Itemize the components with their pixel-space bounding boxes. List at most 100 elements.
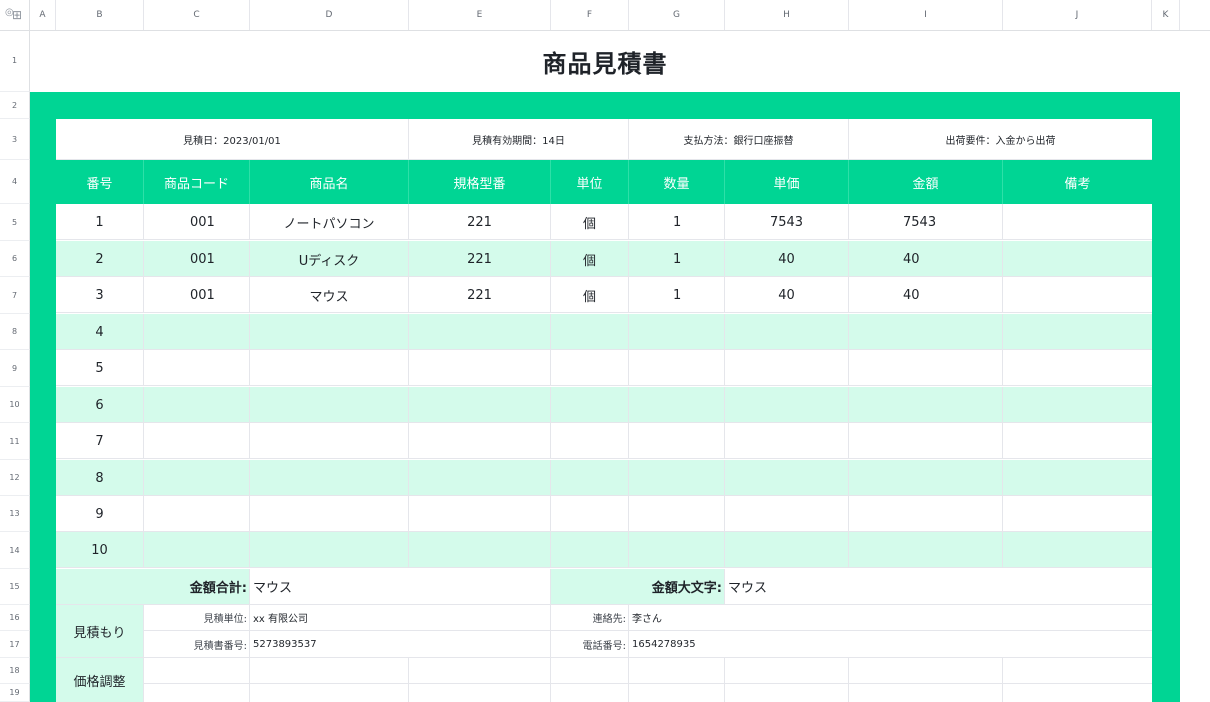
contact-value[interactable]: 李さん — [629, 605, 1152, 631]
cell-remarks[interactable] — [1003, 460, 1152, 496]
cell-quantity[interactable] — [629, 350, 725, 386]
cell-unit-price[interactable] — [725, 423, 849, 459]
cell[interactable] — [250, 684, 409, 702]
column-header-e[interactable]: E — [409, 0, 551, 30]
header-model[interactable]: 規格型番 — [409, 160, 551, 204]
cell-product-name[interactable] — [250, 496, 409, 532]
total-label[interactable]: 金額合計: — [56, 569, 250, 605]
cell-quantity[interactable]: 1 — [629, 277, 725, 313]
cell-product-code[interactable] — [144, 496, 250, 532]
cell-remarks[interactable] — [1003, 387, 1152, 423]
cell-quantity[interactable] — [629, 532, 725, 568]
cell-product-code[interactable]: 001 — [144, 204, 250, 240]
cell-remarks[interactable] — [1003, 423, 1152, 459]
estimate-section-label[interactable]: 見積もり — [56, 605, 144, 658]
row-header[interactable]: 11 — [0, 423, 30, 460]
price-adjust-label[interactable]: 価格調整 — [56, 658, 144, 702]
cell-quantity[interactable] — [629, 423, 725, 459]
column-header-g[interactable]: G — [629, 0, 725, 30]
cell-number[interactable]: 8 — [56, 460, 144, 496]
row-header[interactable]: 14 — [0, 532, 30, 569]
cell-unit[interactable]: 個 — [551, 204, 629, 240]
row-header[interactable]: 16 — [0, 605, 30, 631]
cell[interactable] — [1003, 658, 1152, 684]
cell[interactable] — [725, 684, 849, 702]
cell[interactable] — [849, 658, 1003, 684]
row-header[interactable]: 2 — [0, 92, 30, 119]
row-header[interactable]: 8 — [0, 314, 30, 350]
header-product-name[interactable]: 商品名 — [250, 160, 409, 204]
cell-remarks[interactable] — [1003, 314, 1152, 350]
cell-model[interactable]: 221 — [409, 277, 551, 313]
cell-model[interactable] — [409, 496, 551, 532]
cell-unit-price[interactable] — [725, 350, 849, 386]
column-header-k[interactable]: K — [1152, 0, 1180, 30]
payment-method[interactable]: 支払方法：銀行口座振替 — [629, 119, 849, 159]
column-header-a[interactable]: A — [30, 0, 56, 30]
cell-model[interactable]: 221 — [409, 241, 551, 277]
cell-product-name[interactable] — [250, 387, 409, 423]
cell-number[interactable]: 4 — [56, 314, 144, 350]
cell-unit[interactable] — [551, 387, 629, 423]
cell[interactable] — [629, 684, 725, 702]
cell-amount[interactable] — [849, 350, 1003, 386]
cell-product-code[interactable] — [144, 387, 250, 423]
cell-unit[interactable]: 個 — [551, 277, 629, 313]
cell-unit-price[interactable]: 40 — [725, 277, 849, 313]
cell-product-code[interactable]: 001 — [144, 241, 250, 277]
total-value[interactable]: マウス — [250, 569, 551, 605]
cell[interactable] — [144, 658, 250, 684]
cell-unit[interactable] — [551, 350, 629, 386]
cell-number[interactable]: 5 — [56, 350, 144, 386]
cell-product-name[interactable] — [250, 350, 409, 386]
quote-number-value[interactable]: 5273893537 — [250, 631, 551, 658]
row-header[interactable]: 1 — [0, 30, 30, 92]
cell-product-name[interactable] — [250, 532, 409, 568]
cell-unit[interactable] — [551, 460, 629, 496]
cell[interactable] — [250, 658, 409, 684]
cell-unit-price[interactable] — [725, 496, 849, 532]
cell-product-code[interactable]: 001 — [144, 277, 250, 313]
sheet-title[interactable]: 商品見積書 — [30, 30, 1180, 92]
select-all-corner[interactable]: ◎ ⊞ — [0, 0, 30, 30]
cell-unit-price[interactable] — [725, 387, 849, 423]
cell-remarks[interactable] — [1003, 532, 1152, 568]
cell-product-code[interactable] — [144, 532, 250, 568]
cell-quantity[interactable] — [629, 460, 725, 496]
cell-number[interactable]: 7 — [56, 423, 144, 459]
row-header[interactable]: 18 — [0, 658, 30, 684]
row-header[interactable]: 6 — [0, 241, 30, 277]
cell-amount[interactable] — [849, 460, 1003, 496]
column-header-f[interactable]: F — [551, 0, 629, 30]
header-quantity[interactable]: 数量 — [629, 160, 725, 204]
cell-unit-price[interactable] — [725, 314, 849, 350]
column-header-d[interactable]: D — [250, 0, 409, 30]
row-header[interactable]: 4 — [0, 160, 30, 204]
column-header-h[interactable]: H — [725, 0, 849, 30]
row-header[interactable]: 5 — [0, 204, 30, 241]
quote-number-label[interactable]: 見積書番号: — [144, 631, 250, 658]
cell[interactable] — [1003, 684, 1152, 702]
cell[interactable] — [144, 684, 250, 702]
cell-model[interactable] — [409, 387, 551, 423]
cell-product-name[interactable] — [250, 314, 409, 350]
validity-period[interactable]: 見積有効期間：14日 — [409, 119, 629, 159]
cell-product-code[interactable] — [144, 423, 250, 459]
cell-product-name[interactable]: ノートパソコン — [250, 204, 409, 240]
column-header-c[interactable]: C — [144, 0, 250, 30]
cell-quantity[interactable] — [629, 387, 725, 423]
cell-product-name[interactable] — [250, 423, 409, 459]
cell-amount[interactable] — [849, 496, 1003, 532]
cell-product-code[interactable] — [144, 460, 250, 496]
cell-product-name[interactable] — [250, 460, 409, 496]
cell-number[interactable]: 3 — [56, 277, 144, 313]
row-header[interactable]: 15 — [0, 569, 30, 605]
cell-unit-price[interactable] — [725, 460, 849, 496]
freeze-icon[interactable]: ⊞ — [12, 8, 22, 22]
cell-product-name[interactable]: マウス — [250, 277, 409, 313]
cell[interactable] — [409, 684, 551, 702]
total-kanji-value[interactable]: マウス — [725, 569, 1152, 605]
cell-unit[interactable] — [551, 532, 629, 568]
header-unit[interactable]: 単位 — [551, 160, 629, 204]
cell-model[interactable] — [409, 423, 551, 459]
